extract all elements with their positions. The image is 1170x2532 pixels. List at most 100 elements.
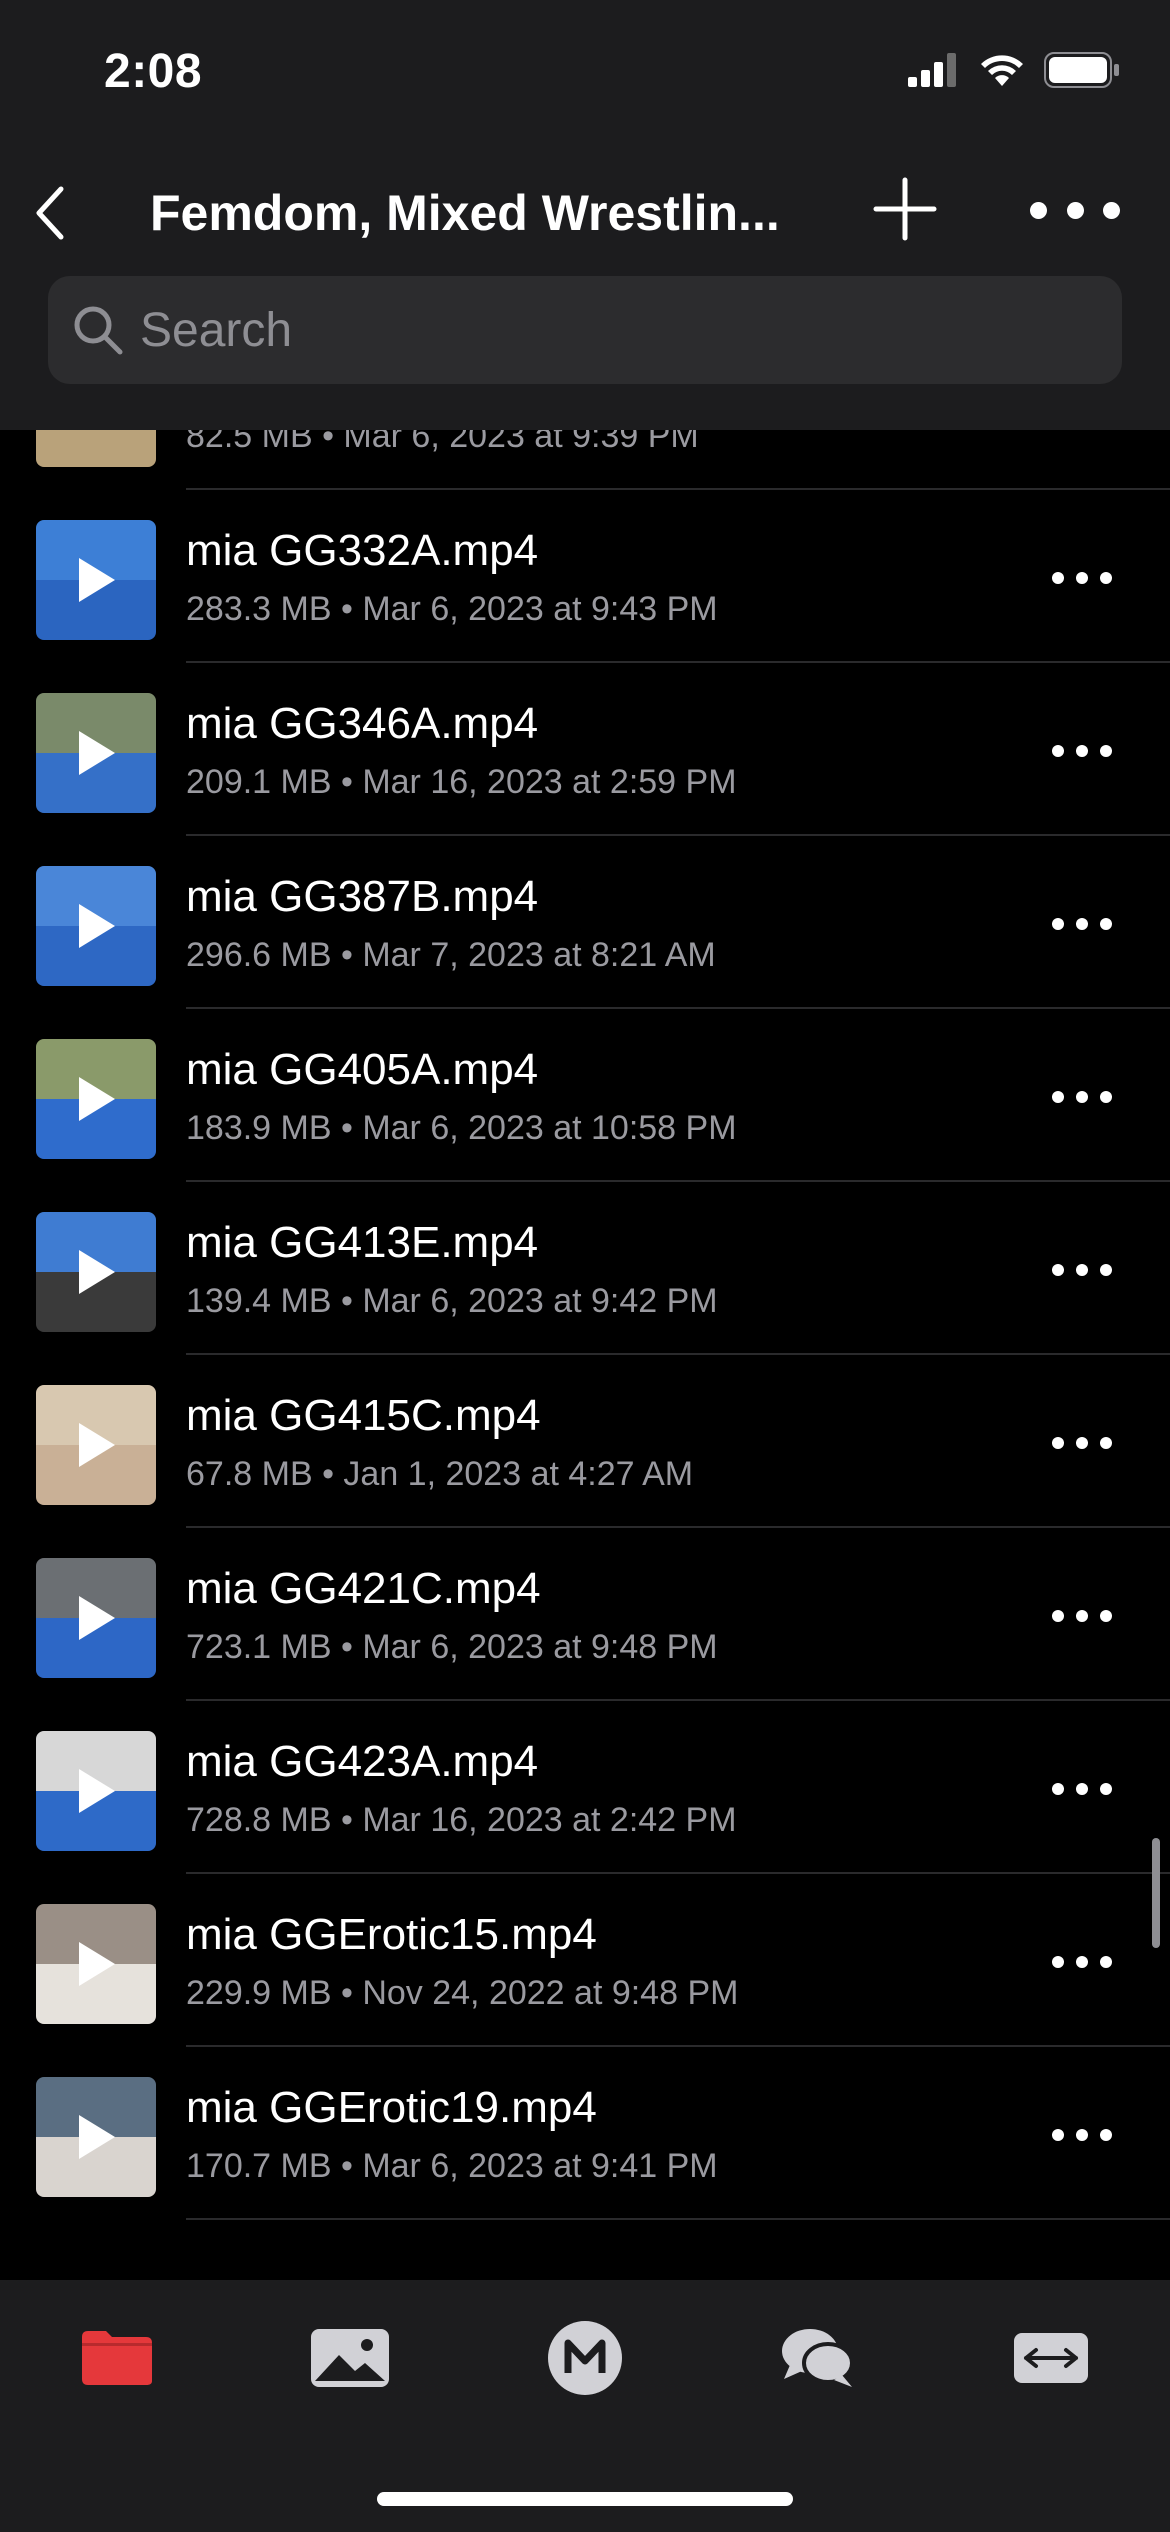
play-icon [36, 520, 156, 640]
ellipsis-dot [1052, 1091, 1064, 1103]
play-icon [36, 1385, 156, 1505]
file-row[interactable]: mia GGErotic19.mp4 170.7 MB • Mar 6, 202… [0, 2047, 1170, 2220]
ellipsis-dot [1052, 1264, 1064, 1276]
file-name: mia GG405A.mp4 [186, 1045, 539, 1094]
ellipsis-dot [1100, 1437, 1112, 1449]
play-icon [36, 430, 156, 467]
ellipsis-dot [1100, 1956, 1112, 1968]
tab-photos[interactable] [295, 2318, 405, 2398]
play-icon [36, 1558, 156, 1678]
file-more-button[interactable] [1052, 1250, 1112, 1290]
file-name: mia GG423A.mp4 [186, 1737, 539, 1786]
video-thumbnail[interactable] [36, 1039, 156, 1159]
file-row[interactable]: mia GG415C.mp4 67.8 MB • Jan 1, 2023 at … [0, 1355, 1170, 1528]
file-more-button[interactable] [1052, 1423, 1112, 1463]
status-icons [908, 52, 1120, 88]
ellipsis-dot [1052, 2129, 1064, 2141]
ellipsis-dot [1052, 1437, 1064, 1449]
file-list[interactable]: mia GG180b.mp4 82.5 MB • Mar 6, 2023 at … [0, 430, 1170, 2280]
video-thumbnail[interactable] [36, 1904, 156, 2024]
scrollbar[interactable] [1152, 1838, 1160, 1948]
folder-icon [82, 2331, 152, 2385]
ellipsis-dot [1103, 201, 1120, 219]
tab-chat[interactable] [763, 2318, 873, 2398]
search-bar[interactable] [48, 276, 1122, 384]
video-thumbnail[interactable] [36, 1385, 156, 1505]
ellipsis-dot [1076, 2129, 1088, 2141]
plus-icon [873, 177, 937, 241]
search-input[interactable] [140, 302, 1040, 358]
ellipsis-dot [1076, 1610, 1088, 1622]
file-meta: 67.8 MB • Jan 1, 2023 at 4:27 AM [186, 1455, 694, 1493]
ellipsis-dot [1100, 1264, 1112, 1276]
file-meta: 183.9 MB • Mar 6, 2023 at 10:58 PM [186, 1109, 737, 1147]
play-icon [36, 1731, 156, 1851]
file-more-button[interactable] [1052, 558, 1112, 598]
video-thumbnail[interactable] [36, 866, 156, 986]
tab-files[interactable] [62, 2318, 172, 2398]
file-row[interactable]: mia GG421C.mp4 723.1 MB • Mar 6, 2023 at… [0, 1528, 1170, 1701]
ellipsis-dot [1076, 1783, 1088, 1795]
file-more-button[interactable] [1052, 2115, 1112, 2155]
file-list-content: mia GG180b.mp4 82.5 MB • Mar 6, 2023 at … [0, 430, 1170, 2220]
ellipsis-dot [1076, 1956, 1088, 1968]
more-options-button[interactable] [1030, 190, 1120, 230]
file-row[interactable]: mia GG405A.mp4 183.9 MB • Mar 6, 2023 at… [0, 1009, 1170, 1182]
ellipsis-dot [1052, 1783, 1064, 1795]
video-thumbnail[interactable] [36, 430, 156, 467]
file-meta: 139.4 MB • Mar 6, 2023 at 9:42 PM [186, 1282, 718, 1320]
file-name: mia GG387B.mp4 [186, 872, 539, 921]
file-row[interactable]: mia GG387B.mp4 296.6 MB • Mar 7, 2023 at… [0, 836, 1170, 1009]
back-button[interactable] [20, 178, 80, 248]
file-more-button[interactable] [1052, 1077, 1112, 1117]
chat-icon [782, 2329, 854, 2387]
play-icon [36, 866, 156, 986]
navigation-header: Femdom, Mixed Wrestlin... [0, 150, 1170, 430]
ellipsis-dot [1100, 572, 1112, 584]
file-name: mia GG413E.mp4 [186, 1218, 539, 1267]
file-row[interactable]: mia GG346A.mp4 209.1 MB • Mar 16, 2023 a… [0, 663, 1170, 836]
file-row[interactable]: mia GG180b.mp4 82.5 MB • Mar 6, 2023 at … [0, 430, 1170, 490]
file-meta: 170.7 MB • Mar 6, 2023 at 9:41 PM [186, 2147, 718, 2185]
video-thumbnail[interactable] [36, 1731, 156, 1851]
tab-transfers[interactable] [996, 2318, 1106, 2398]
ellipsis-dot [1076, 572, 1088, 584]
file-more-button[interactable] [1052, 1596, 1112, 1636]
file-row[interactable]: mia GG413E.mp4 139.4 MB • Mar 6, 2023 at… [0, 1182, 1170, 1355]
ellipsis-dot [1076, 1264, 1088, 1276]
cellular-signal-icon [908, 53, 956, 87]
file-name: mia GGErotic15.mp4 [186, 1910, 597, 1959]
video-thumbnail[interactable] [36, 1558, 156, 1678]
file-name: mia GGErotic19.mp4 [186, 2083, 597, 2132]
add-button[interactable] [870, 174, 940, 244]
ellipsis-dot [1100, 1783, 1112, 1795]
video-thumbnail[interactable] [36, 1212, 156, 1332]
video-thumbnail[interactable] [36, 520, 156, 640]
ellipsis-dot [1100, 745, 1112, 757]
video-thumbnail[interactable] [36, 693, 156, 813]
status-time: 2:08 [104, 45, 203, 98]
ellipsis-dot [1076, 1091, 1088, 1103]
ellipsis-dot [1052, 918, 1064, 930]
ellipsis-dot [1076, 1437, 1088, 1449]
file-row[interactable]: mia GG332A.mp4 283.3 MB • Mar 6, 2023 at… [0, 490, 1170, 663]
file-more-button[interactable] [1052, 1769, 1112, 1809]
tab-mega[interactable] [530, 2318, 640, 2398]
transfer-icon [1014, 2333, 1088, 2383]
file-more-button[interactable] [1052, 1942, 1112, 1982]
file-more-button[interactable] [1052, 731, 1112, 771]
ellipsis-dot [1066, 201, 1084, 219]
search-icon [74, 306, 123, 355]
file-row[interactable]: mia GG423A.mp4 728.8 MB • Mar 16, 2023 a… [0, 1701, 1170, 1874]
file-name: mia GG332A.mp4 [186, 526, 539, 575]
ellipsis-dot [1052, 572, 1064, 584]
video-thumbnail[interactable] [36, 2077, 156, 2197]
file-row[interactable]: mia GGErotic15.mp4 229.9 MB • Nov 24, 20… [0, 1874, 1170, 2047]
play-icon [36, 693, 156, 813]
file-more-button[interactable] [1052, 904, 1112, 944]
file-meta: 283.3 MB • Mar 6, 2023 at 9:43 PM [186, 590, 718, 628]
file-meta: 296.6 MB • Mar 7, 2023 at 8:21 AM [186, 936, 716, 974]
ellipsis-dot [1052, 1610, 1064, 1622]
ellipsis-dot [1100, 918, 1112, 930]
ellipsis-dot [1100, 1610, 1112, 1622]
